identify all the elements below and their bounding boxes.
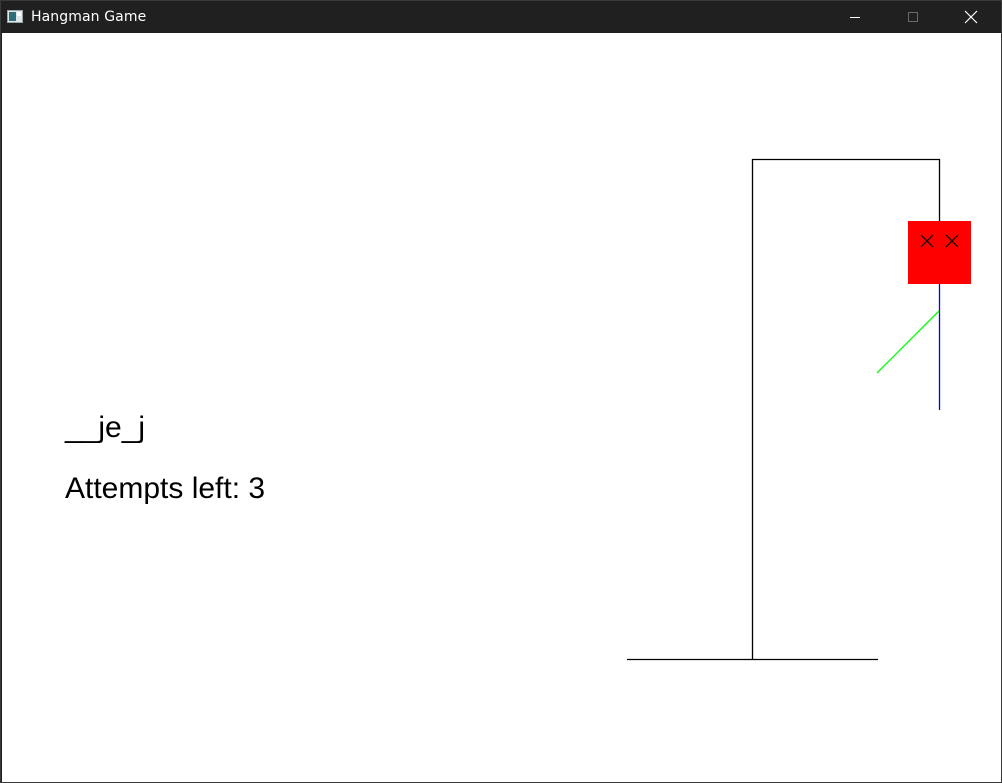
game-canvas[interactable]: __je_j Attempts left: 3 — [2, 33, 1001, 782]
app-window: Hangman Game __je_j Attempts left: 3 — [0, 0, 1002, 783]
app-icon — [7, 10, 23, 23]
maximize-icon — [908, 12, 918, 22]
close-icon — [964, 10, 978, 24]
hangman-head — [908, 221, 971, 284]
close-button[interactable] — [942, 1, 1000, 33]
window-title: Hangman Game — [31, 9, 147, 25]
hangman-drawing — [627, 158, 971, 661]
title-bar[interactable]: Hangman Game — [1, 1, 1001, 33]
minimize-icon — [850, 17, 860, 18]
hangman-left-arm — [876, 310, 940, 374]
minimize-button[interactable] — [826, 1, 884, 33]
maximize-button[interactable] — [884, 1, 942, 33]
